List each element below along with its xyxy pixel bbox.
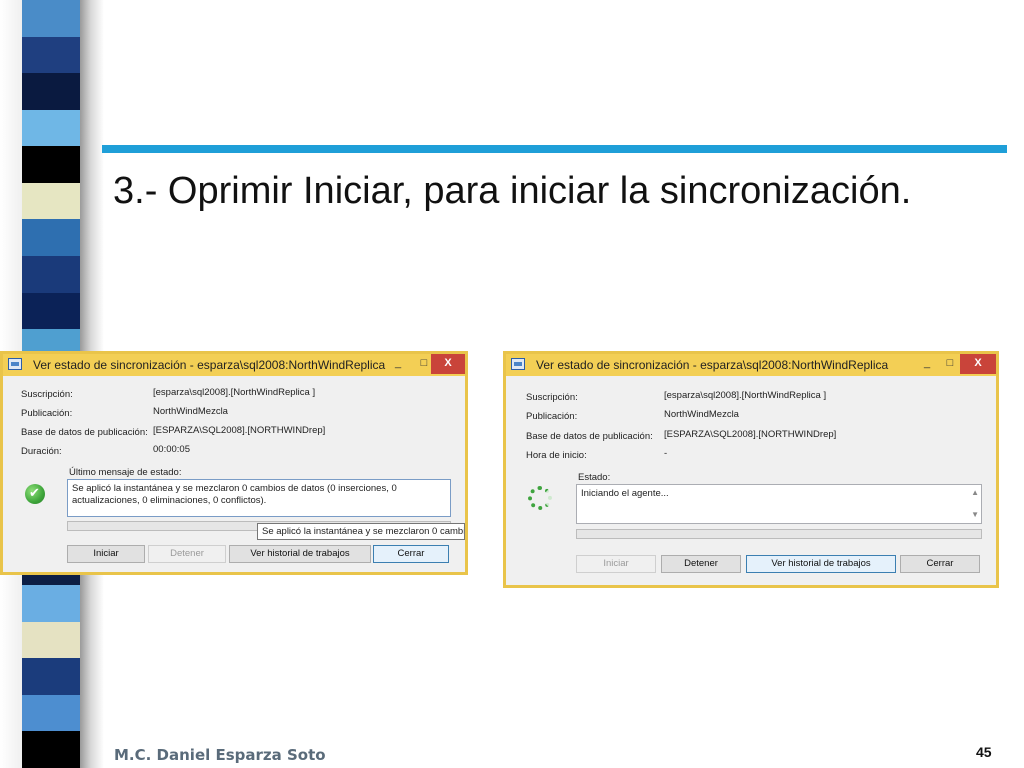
dialog-titlebar[interactable]: Ver estado de sincronización - esparza\s… <box>506 354 996 376</box>
field-label-duracion: Duración: <box>21 446 62 457</box>
stripe-block <box>22 146 80 184</box>
stripe-block <box>22 731 80 768</box>
dialog-titlebar[interactable]: Ver estado de sincronización - esparza\s… <box>3 354 465 376</box>
field-value-duracion: 00:00:05 <box>153 444 190 455</box>
stripe-block <box>22 585 80 623</box>
scroll-up-icon[interactable]: ▲ <box>971 487 979 499</box>
field-label-publicacion: Publicación: <box>21 408 73 419</box>
stripe-block <box>22 658 80 696</box>
dialog-body: Suscripción: [esparza\sql2008].[NorthWin… <box>3 376 465 572</box>
scroll-down-icon[interactable]: ▼ <box>971 509 979 521</box>
field-value-hora-inicio: - <box>664 448 668 459</box>
field-label-base-datos: Base de datos de publicación: <box>21 427 148 438</box>
minimize-button[interactable]: _ <box>914 354 940 374</box>
maximize-button[interactable]: □ <box>938 354 962 374</box>
view-job-history-button[interactable]: Ver historial de trabajos <box>746 555 896 573</box>
status-label: Estado: <box>578 472 611 483</box>
stripe-block <box>22 109 80 147</box>
loading-spinner-icon <box>528 486 552 510</box>
sync-status-dialog-completed: Ver estado de sincronización - esparza\s… <box>0 351 468 575</box>
view-job-history-button[interactable]: Ver historial de trabajos <box>229 545 371 563</box>
dialog-body: Suscripción: [esparza\sql2008].[NorthWin… <box>506 376 996 585</box>
dialog-title: Ver estado de sincronización - esparza\s… <box>536 358 889 372</box>
field-label-hora-inicio: Hora de inicio: <box>526 450 587 461</box>
status-message-box[interactable]: Iniciando el agente... ▲ ▼ <box>576 484 982 524</box>
stripe-block <box>22 182 80 220</box>
stop-button[interactable]: Detener <box>148 545 226 563</box>
footer-author: M.C. Daniel Esparza Soto <box>114 746 326 764</box>
start-button[interactable]: Iniciar <box>67 545 145 563</box>
window-app-icon <box>8 358 22 370</box>
stripe-block <box>22 621 80 659</box>
field-label-base-datos: Base de datos de publicación: <box>526 431 653 442</box>
field-value-publicacion: NorthWindMezcla <box>153 406 228 417</box>
progress-bar <box>576 529 982 539</box>
stripe-block <box>22 292 80 330</box>
field-value-suscripcion: [esparza\sql2008].[NorthWindReplica ] <box>664 390 827 401</box>
stripe-block <box>22 0 80 38</box>
start-button[interactable]: Iniciar <box>576 555 656 573</box>
minimize-button[interactable]: _ <box>385 354 411 374</box>
field-value-publicacion: NorthWindMezcla <box>664 409 739 420</box>
stripe-block <box>22 219 80 257</box>
status-message-text: Iniciando el agente... <box>581 488 669 499</box>
sync-status-dialog-starting: Ver estado de sincronización - esparza\s… <box>503 351 999 588</box>
slide-title: 3.- Oprimir Iniciar, para iniciar la sin… <box>113 170 912 212</box>
stop-button[interactable]: Detener <box>661 555 741 573</box>
window-app-icon <box>511 358 525 370</box>
field-value-base-datos: [ESPARZA\SQL2008].[NORTHWINDrep] <box>153 425 326 436</box>
close-button[interactable]: Cerrar <box>900 555 980 573</box>
dialog-title: Ver estado de sincronización - esparza\s… <box>33 358 386 372</box>
stripe-block <box>22 694 80 732</box>
field-value-suscripcion: [esparza\sql2008].[NorthWindReplica ] <box>153 387 316 398</box>
field-label-suscripcion: Suscripción: <box>21 389 73 400</box>
message-tooltip: Se aplicó la instantánea y se mezclaron … <box>257 523 465 540</box>
field-label-suscripcion: Suscripción: <box>526 392 578 403</box>
close-button[interactable]: Cerrar <box>373 545 449 563</box>
field-label-publicacion: Publicación: <box>526 411 578 422</box>
page-number: 45 <box>976 744 992 760</box>
field-value-base-datos: [ESPARZA\SQL2008].[NORTHWINDrep] <box>664 429 837 440</box>
stripe-block <box>22 36 80 74</box>
stripe-block <box>22 73 80 111</box>
title-underline-bar <box>102 145 1007 153</box>
close-window-button[interactable]: X <box>431 354 465 374</box>
last-status-message-label: Último mensaje de estado: <box>69 467 182 478</box>
close-window-button[interactable]: X <box>960 354 996 374</box>
last-status-message-box[interactable]: Se aplicó la instantánea y se mezclaron … <box>67 479 451 517</box>
stripe-block <box>22 256 80 294</box>
success-check-icon <box>25 484 45 504</box>
